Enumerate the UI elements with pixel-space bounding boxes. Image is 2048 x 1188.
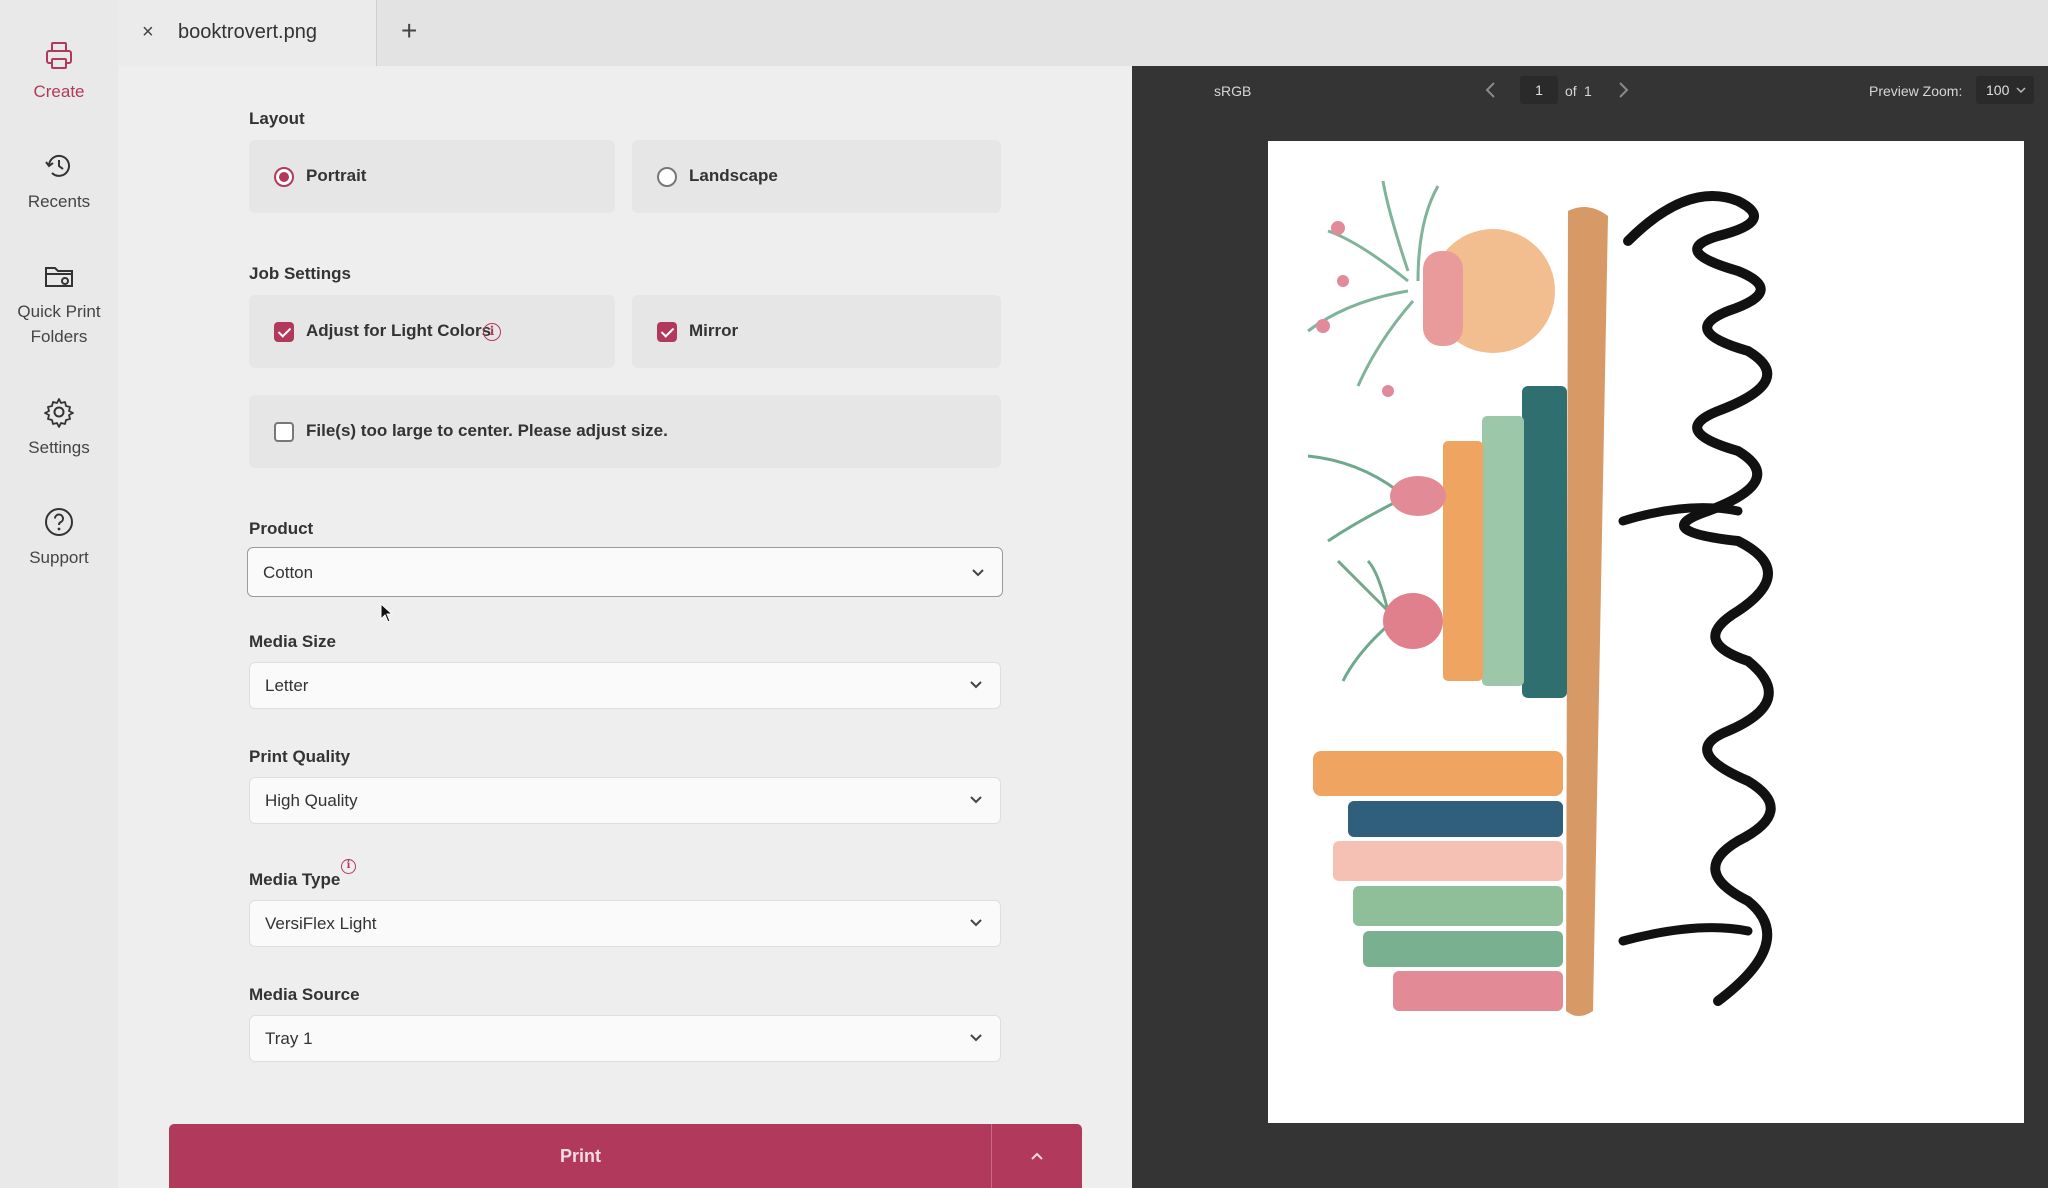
plant-pot-illustration: [1307, 180, 1555, 397]
sidebar-item-settings[interactable]: Settings: [0, 396, 118, 460]
sidebar-item-label: Quick Print Folders: [17, 302, 101, 346]
too-large-label: File(s) too large to center. Please adju…: [306, 421, 668, 440]
media-size-value: Letter: [265, 676, 309, 695]
chevron-down-icon: [2016, 87, 2026, 94]
tab-booktrovert[interactable]: × booktrovert.png: [118, 0, 377, 66]
chevron-down-icon: [970, 1034, 982, 1042]
sidebar-item-recents[interactable]: Recents: [0, 150, 118, 214]
chevron-down-icon: [970, 796, 982, 804]
preview-zoom-select[interactable]: 100: [1976, 76, 2034, 104]
mirror-checkbox[interactable]: [657, 322, 677, 342]
add-tab-button[interactable]: +: [401, 15, 417, 47]
print-button[interactable]: Print: [169, 1124, 1082, 1188]
preview-pane: sRGB 1 of 1 Preview Zoom: 100: [1132, 66, 2048, 1188]
product-label: Product: [249, 519, 314, 538]
page-total-label: 1: [1584, 83, 1592, 99]
folder-settings-icon: [45, 267, 73, 287]
too-large-checkbox[interactable]: [274, 422, 294, 442]
print-bar: Print: [118, 1112, 1132, 1188]
adjust-light-colors-label: Adjust for Light Colors: [306, 321, 492, 340]
media-source-value: Tray 1: [265, 1029, 313, 1048]
print-button-label: Print: [559, 1146, 601, 1166]
product-value: Cotton: [263, 563, 314, 582]
sidebar-item-label: Create: [33, 82, 85, 101]
product-select[interactable]: Cotton: [247, 547, 1003, 597]
previous-page-icon[interactable]: [1484, 81, 1498, 99]
sidebar-item-label: Settings: [28, 438, 90, 457]
mouse-cursor-icon: [380, 603, 394, 623]
preview-zoom-value: 100: [1986, 82, 2010, 98]
tab-bar: × booktrovert.png +: [118, 0, 2048, 66]
chevron-up-icon: [1031, 1152, 1043, 1160]
chevron-down-icon: [972, 569, 984, 577]
print-quality-select[interactable]: High Quality: [249, 777, 1001, 824]
tab-title: booktrovert.png: [178, 21, 317, 43]
gear-icon: [44, 398, 74, 428]
close-icon[interactable]: ×: [142, 20, 154, 44]
info-icon[interactable]: i: [483, 323, 501, 341]
portrait-radio[interactable]: [274, 167, 294, 187]
job-settings-label: Job Settings: [249, 264, 352, 283]
media-type-select[interactable]: VersiFlex Light: [249, 900, 1001, 947]
chevron-down-icon: [970, 919, 982, 927]
color-profile-label: sRGB: [1214, 83, 1252, 99]
settings-panel: Layout Portrait Landscape Job Settings A…: [118, 66, 1132, 1188]
media-size-label: Media Size: [249, 632, 336, 651]
media-source-select[interactable]: Tray 1: [249, 1015, 1001, 1062]
print-quality-value: High Quality: [265, 791, 358, 810]
help-circle-icon: [45, 508, 73, 536]
sidebar: Create Recents Quick Print Folders Setti…: [0, 0, 118, 1188]
sidebar-item-create[interactable]: Create: [0, 40, 118, 104]
info-icon[interactable]: i: [341, 859, 356, 874]
media-type-label: Media Type: [249, 870, 341, 889]
layout-label: Layout: [249, 109, 305, 128]
sidebar-item-support[interactable]: Support: [0, 506, 118, 570]
print-quality-label: Print Quality: [249, 747, 351, 766]
print-options-toggle[interactable]: [992, 1124, 1082, 1188]
sidebar-item-label: Support: [29, 548, 89, 567]
printer-icon: [46, 42, 72, 69]
mirror-option[interactable]: Mirror: [632, 295, 1001, 368]
booktrovert-artwork: [1307, 180, 1776, 1016]
sidebar-item-label: Recents: [27, 192, 91, 211]
preview-zoom-label: Preview Zoom:: [1869, 83, 1963, 99]
page-number-input[interactable]: 1: [1520, 76, 1558, 104]
portrait-label: Portrait: [306, 166, 367, 185]
next-page-icon[interactable]: [1616, 81, 1630, 99]
adjust-light-colors-option[interactable]: Adjust for Light Colors i: [249, 295, 615, 368]
too-large-option[interactable]: File(s) too large to center. Please adju…: [249, 395, 1001, 468]
media-size-select[interactable]: Letter: [249, 662, 1001, 709]
sidebar-item-quick-print-folders[interactable]: Quick Print Folders: [0, 260, 118, 349]
page-of-label: of: [1565, 83, 1577, 99]
adjust-light-colors-checkbox[interactable]: [274, 322, 294, 342]
history-icon: [45, 154, 70, 177]
print-preview-page: [1268, 141, 2024, 1123]
landscape-radio[interactable]: [657, 167, 677, 187]
media-source-label: Media Source: [249, 985, 360, 1004]
chevron-down-icon: [970, 681, 982, 689]
landscape-label: Landscape: [689, 166, 778, 185]
layout-landscape-option[interactable]: Landscape: [632, 140, 1001, 213]
mirror-label: Mirror: [689, 321, 739, 340]
layout-portrait-option[interactable]: Portrait: [249, 140, 615, 213]
media-type-value: VersiFlex Light: [265, 914, 377, 933]
